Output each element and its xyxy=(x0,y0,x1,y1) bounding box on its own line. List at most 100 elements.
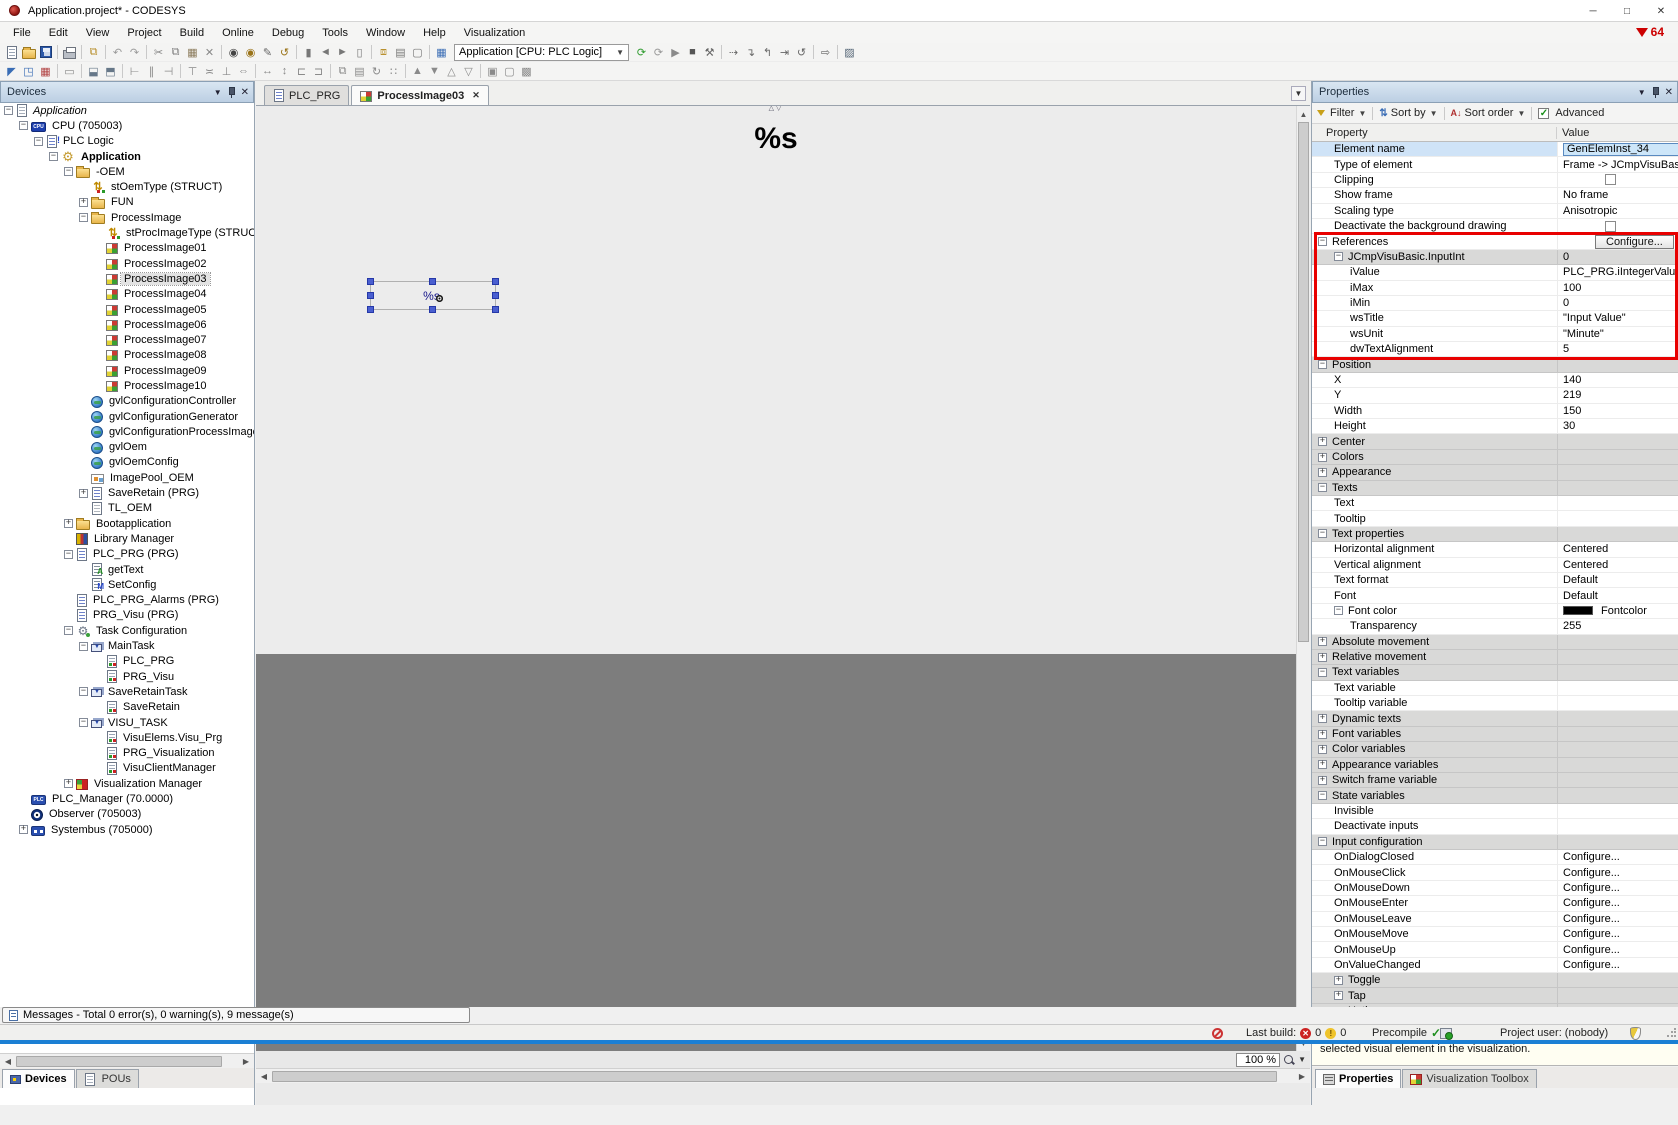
property-name-cell[interactable]: +Switch frame variable xyxy=(1312,773,1557,787)
tree-item-processimage07[interactable]: ProcessImage07 xyxy=(0,332,254,347)
property-value-cell[interactable]: 30 xyxy=(1557,419,1678,433)
panel-menu-icon[interactable]: ▼ xyxy=(1638,88,1646,97)
expand-icon[interactable]: + xyxy=(1318,714,1327,723)
visualization-styles-icon[interactable]: ▨ xyxy=(841,44,858,60)
tree-item-processimage08[interactable]: ProcessImage08 xyxy=(0,348,254,363)
property-value-cell[interactable] xyxy=(1557,665,1678,679)
menu-window[interactable]: Window xyxy=(357,24,414,42)
make-same-size-icon[interactable]: ⇔ xyxy=(235,63,252,79)
cut-icon[interactable]: ✂ xyxy=(150,44,167,60)
frame-title-text[interactable]: %s xyxy=(256,122,1296,156)
save-prestate-icon[interactable]: ⬓ xyxy=(85,63,102,79)
property-value-cell[interactable]: Default xyxy=(1557,573,1678,587)
property-name-cell[interactable]: iMax xyxy=(1312,281,1557,295)
element-list-icon[interactable]: ▦ xyxy=(37,63,54,79)
collapse-icon[interactable]: − xyxy=(64,550,73,559)
property-name-cell[interactable]: Y xyxy=(1312,388,1557,402)
property-value-cell[interactable] xyxy=(1557,635,1678,649)
property-value-cell[interactable]: Frame -> JCmpVisuBasic.In... xyxy=(1557,157,1678,171)
value-column-label[interactable]: Value xyxy=(1557,127,1589,139)
property-row-tooltip-variable[interactable]: Tooltip variable xyxy=(1312,696,1678,711)
property-name-cell[interactable]: Text format xyxy=(1312,573,1557,587)
property-row-width[interactable]: Width150 xyxy=(1312,404,1678,419)
property-name-cell[interactable]: −State variables xyxy=(1312,788,1557,802)
tree-item-gvlconfigurationcontroller[interactable]: gvlConfigurationController xyxy=(0,394,254,409)
tree-item-bootapplication[interactable]: +Bootapplication xyxy=(0,516,254,531)
property-value-cell[interactable]: 0 xyxy=(1557,296,1678,310)
collapse-icon[interactable]: − xyxy=(79,642,88,651)
property-row-tap[interactable]: +Tap xyxy=(1312,988,1678,1003)
property-value-cell[interactable]: 140 xyxy=(1557,373,1678,387)
value-input[interactable]: GenElemInst_34 xyxy=(1563,143,1678,156)
resize-handle[interactable] xyxy=(492,292,499,299)
property-value-cell[interactable] xyxy=(1557,711,1678,725)
rotate-element-icon[interactable]: ↻ xyxy=(368,63,385,79)
property-value-cell[interactable]: Configure... xyxy=(1557,958,1678,972)
editor-tab-plc_prg[interactable]: PLC_PRG xyxy=(264,85,349,105)
tree-item-processimage09[interactable]: ProcessImage09 xyxy=(0,363,254,378)
resize-handle[interactable] xyxy=(367,278,374,285)
find-next-icon[interactable]: ◉ xyxy=(242,44,259,60)
tree-item-library-manager[interactable]: Library Manager xyxy=(0,531,254,546)
collapse-icon[interactable]: − xyxy=(79,213,88,222)
align-right-icon[interactable]: ⊣ xyxy=(160,63,177,79)
tree-item-saveretaintask[interactable]: −SaveRetainTask xyxy=(0,684,254,699)
scroll-thumb[interactable] xyxy=(1298,122,1309,642)
collapse-icon[interactable]: − xyxy=(79,718,88,727)
property-name-cell[interactable]: Deactivate the background drawing xyxy=(1312,219,1557,233)
print-icon[interactable] xyxy=(61,44,78,60)
property-name-cell[interactable]: Scaling type xyxy=(1312,204,1557,218)
property-value-cell[interactable] xyxy=(1557,681,1678,695)
property-name-cell[interactable]: Tooltip variable xyxy=(1312,696,1557,710)
stop-icon[interactable]: ■ xyxy=(684,44,701,60)
tree-item-visuelems-visu-prg[interactable]: VisuElems.Visu_Prg xyxy=(0,730,254,745)
tree-item-imagepool-oem[interactable]: ImagePool_OEM xyxy=(0,470,254,485)
menu-view[interactable]: View xyxy=(77,24,119,42)
export-icon[interactable]: ⧈ xyxy=(375,44,392,60)
property-value-cell[interactable]: Configure... xyxy=(1557,912,1678,926)
menu-edit[interactable]: Edit xyxy=(40,24,77,42)
property-value-cell[interactable] xyxy=(1557,650,1678,664)
property-name-cell[interactable]: +Dynamic texts xyxy=(1312,711,1557,725)
property-name-cell[interactable]: Horizontal alignment xyxy=(1312,542,1557,556)
property-name-cell[interactable]: +Appearance xyxy=(1312,465,1557,479)
open-file-icon[interactable] xyxy=(20,44,37,60)
tree-item-visualization-manager[interactable]: +Visualization Manager xyxy=(0,776,254,791)
scroll-right-icon[interactable]: ▶ xyxy=(1295,1070,1309,1083)
tree-item-processimage[interactable]: −ProcessImage xyxy=(0,210,254,225)
collapse-icon[interactable]: − xyxy=(49,152,58,161)
property-name-cell[interactable]: Deactivate inputs xyxy=(1312,819,1557,833)
view-tab-pous[interactable]: POUs xyxy=(76,1069,139,1088)
property-name-cell[interactable]: −Position xyxy=(1312,357,1557,371)
resize-handle[interactable] xyxy=(367,292,374,299)
property-value-cell[interactable]: "Minute" xyxy=(1557,327,1678,341)
property-name-cell[interactable]: iMin xyxy=(1312,296,1557,310)
property-value-cell[interactable] xyxy=(1557,496,1678,510)
property-row-element-name[interactable]: Element nameGenElemInst_34 xyxy=(1312,142,1678,157)
property-value-cell[interactable]: 219 xyxy=(1557,388,1678,402)
property-value-cell[interactable] xyxy=(1557,527,1678,541)
editor-horizontal-scrollbar[interactable]: ◀ ▶ xyxy=(256,1068,1310,1083)
property-value-cell[interactable]: Centered xyxy=(1557,542,1678,556)
logout-icon[interactable]: ⟳ xyxy=(650,44,667,60)
property-row-onmouseclick[interactable]: OnMouseClickConfigure... xyxy=(1312,865,1678,880)
pin-icon[interactable] xyxy=(227,86,236,99)
collapse-icon[interactable]: − xyxy=(64,626,73,635)
property-row-colors[interactable]: +Colors xyxy=(1312,450,1678,465)
property-row-absolute-movement[interactable]: +Absolute movement xyxy=(1312,635,1678,650)
expand-icon[interactable]: + xyxy=(1334,976,1343,985)
project-settings-icon[interactable]: ▦ xyxy=(433,44,450,60)
collapse-icon[interactable]: − xyxy=(1334,252,1343,261)
tree-item-application[interactable]: −Application xyxy=(0,103,254,118)
bookmark-clear-icon[interactable]: ▯ xyxy=(351,44,368,60)
step-out-icon[interactable]: ↰ xyxy=(759,44,776,60)
property-value-cell[interactable] xyxy=(1557,727,1678,741)
group-icon[interactable]: ▣ xyxy=(484,63,501,79)
property-value-cell[interactable]: Fontcolor xyxy=(1557,604,1678,618)
tree-item-prg-visu-prg-[interactable]: PRG_Visu (PRG) xyxy=(0,608,254,623)
property-row-deactivate-the-background-drawing[interactable]: Deactivate the background drawing xyxy=(1312,219,1678,234)
messages-bar[interactable]: Messages - Total 0 error(s), 0 warning(s… xyxy=(2,1007,470,1023)
expand-icon[interactable]: + xyxy=(1318,776,1327,785)
active-application-dropdown[interactable]: Application [CPU: PLC Logic]▼ xyxy=(454,44,629,61)
tree-item-task-configuration[interactable]: −Task Configuration xyxy=(0,623,254,638)
